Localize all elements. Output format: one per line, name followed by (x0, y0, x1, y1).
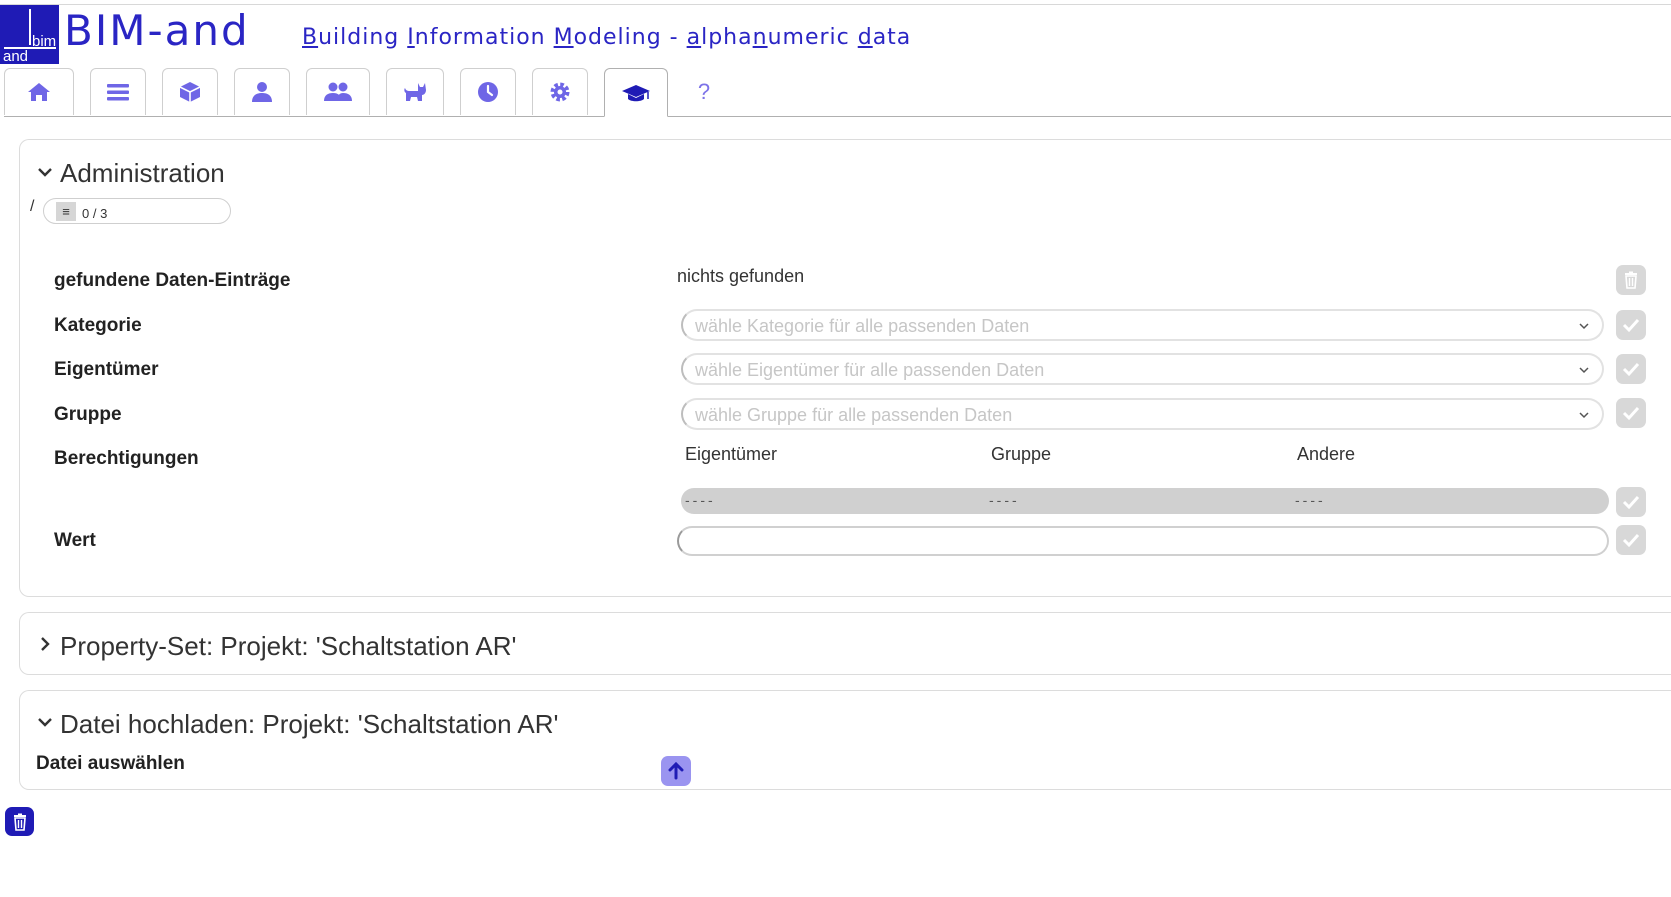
apply-kategorie-button[interactable] (1616, 310, 1646, 340)
check-icon (1622, 318, 1640, 333)
perm-other-value: ---- (1295, 492, 1326, 508)
eigentuemer-select[interactable]: wähle Eigentümer für alle passenden Date… (681, 353, 1604, 385)
user-icon (252, 82, 272, 102)
perm-group-value: ---- (989, 492, 1020, 508)
property-set-panel: Property-Set: Projekt: 'Schaltstation AR… (19, 612, 1671, 675)
result-counter-pill: ≡ 0 / 3 (43, 198, 231, 224)
wert-label: Wert (54, 530, 96, 551)
apply-wert-button[interactable] (1616, 525, 1646, 555)
tab-list[interactable] (90, 68, 146, 115)
help-label: ? (697, 78, 711, 104)
chevron-down-icon[interactable] (36, 163, 54, 181)
tab-settings[interactable] (532, 68, 588, 115)
clock-icon (478, 82, 498, 102)
wert-input[interactable] (677, 526, 1609, 556)
gruppe-placeholder: wähle Gruppe für alle passenden Daten (695, 405, 1013, 425)
found-entries-value: nichts gefunden (677, 266, 805, 286)
property-set-title[interactable]: Property-Set: Projekt: 'Schaltstation AR… (60, 631, 516, 662)
upload-panel-title[interactable]: Datei hochladen: Projekt: 'Schaltstation… (60, 709, 558, 740)
delete-button[interactable] (5, 807, 34, 836)
result-counter: 0 / 3 (82, 206, 108, 221)
logo-text-bottom: and (3, 48, 29, 64)
apply-gruppe-button[interactable] (1616, 398, 1646, 428)
graduation-cap-icon (622, 84, 650, 101)
chevron-down-icon (1579, 323, 1589, 330)
permissions-bar[interactable]: ---- ---- ---- (681, 488, 1609, 514)
app-subtitle: Building Information Modeling - alphanum… (302, 25, 912, 50)
gruppe-select[interactable]: wähle Gruppe für alle passenden Daten (681, 398, 1604, 430)
check-icon (1622, 406, 1640, 421)
eigentuemer-placeholder: wähle Eigentümer für alle passenden Date… (695, 360, 1045, 380)
tab-history[interactable] (460, 68, 516, 115)
users-icon (324, 82, 352, 101)
gear-icon (550, 82, 570, 102)
check-icon (1622, 362, 1640, 377)
chevron-down-icon (1579, 412, 1589, 419)
list-icon (107, 84, 129, 101)
perm-header-group: Gruppe (991, 444, 1052, 464)
choose-file-label: Datei auswählen (36, 753, 185, 774)
check-icon (1622, 533, 1640, 548)
bim-and-logo[interactable]: bim and (0, 5, 59, 64)
trash-icon (1625, 271, 1637, 289)
delete-all-button[interactable] (1616, 265, 1646, 295)
found-entries-label: gefundene Daten-Einträge (54, 270, 291, 291)
tab-home[interactable] (4, 68, 74, 115)
apply-eigentuemer-button[interactable] (1616, 354, 1646, 384)
perm-header-other: Andere (1297, 444, 1356, 464)
check-icon (1622, 495, 1640, 510)
main-tab-bar: ? (4, 68, 1671, 117)
brand-title: BIM-and (64, 6, 250, 55)
perm-owner-value: ---- (685, 492, 716, 508)
logo-text-top: bim (32, 33, 57, 50)
tab-user[interactable] (234, 68, 290, 115)
cube-icon (179, 82, 201, 102)
kategorie-select[interactable]: wähle Kategorie für alle passenden Daten (681, 309, 1604, 341)
upload-file-button[interactable] (661, 756, 691, 786)
trash-icon (13, 813, 26, 831)
breadcrumb-path: / (30, 198, 35, 215)
eigentuemer-label: Eigentümer (54, 359, 159, 380)
chevron-right-icon[interactable] (36, 635, 54, 653)
apply-permissions-button[interactable] (1616, 487, 1646, 517)
menu-icon[interactable]: ≡ (56, 202, 76, 221)
admin-panel-title[interactable]: Administration (60, 158, 225, 189)
berechtigungen-label: Berechtigungen (54, 448, 199, 469)
chevron-down-icon (1579, 367, 1589, 374)
home-icon (28, 83, 50, 101)
chevron-down-icon[interactable] (36, 713, 54, 731)
cat-icon (404, 83, 426, 101)
tab-training[interactable] (604, 68, 668, 117)
upload-panel: Datei hochladen: Projekt: 'Schaltstation… (19, 690, 1671, 790)
kategorie-placeholder: wähle Kategorie für alle passenden Daten (695, 316, 1030, 336)
arrow-up-icon (668, 761, 684, 780)
tab-help[interactable]: ? (684, 68, 724, 115)
top-border (0, 4, 1671, 5)
gruppe-label: Gruppe (54, 404, 122, 425)
kategorie-label: Kategorie (54, 315, 142, 336)
tab-cat[interactable] (386, 68, 444, 115)
tab-objects[interactable] (162, 68, 218, 115)
perm-header-owner: Eigentümer (685, 444, 778, 464)
tab-users[interactable] (306, 68, 370, 115)
